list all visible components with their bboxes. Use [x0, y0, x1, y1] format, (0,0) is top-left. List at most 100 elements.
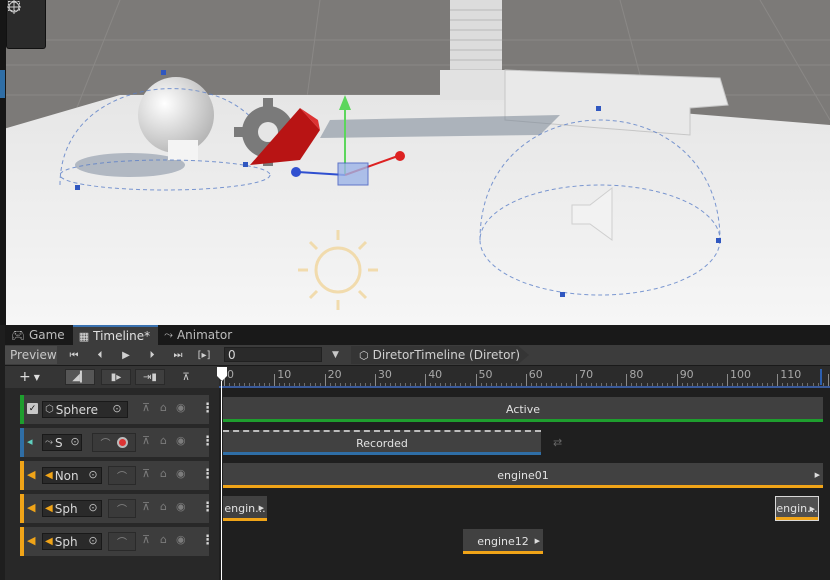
tab-game[interactable]: 🎮︎ Game [5, 325, 73, 345]
frame-input[interactable]: 0 [224, 347, 322, 362]
pin-icon[interactable]: ⊼ [142, 533, 150, 546]
track-header-activation[interactable]: ✓ ⬡ Sphere ⊙ ⊼ ⌂ ◉ ⋮ [20, 395, 214, 424]
animation-track-icon: ◂ [27, 435, 33, 448]
track-lane-animation: Recorded ⇄ [219, 428, 830, 457]
eye-icon[interactable]: ◉ [176, 500, 186, 513]
ruler-tick-label: 110 [780, 368, 802, 381]
clip-color-bar [463, 551, 543, 554]
track-lane-audio-2: engin... ▶ engin... ▶ [219, 494, 830, 523]
activation-clip[interactable]: Active [223, 397, 823, 422]
timeline-toolbar: Preview ⏮ ⏴ ▶ ⏵ ⏭ [▸] 0 ▼ ⬡ DiretorTimel… [5, 345, 830, 366]
ruler-tick-label: 30 [377, 368, 392, 381]
preview-button[interactable]: Preview [5, 346, 57, 364]
lock-icon[interactable]: ⌂ [160, 467, 167, 480]
pin-icon[interactable]: ⊼ [142, 467, 150, 480]
speaker-icon: ◀ [45, 503, 53, 514]
ruler-tick-label: 50 [478, 368, 493, 381]
clip-color-bar [223, 485, 823, 488]
more-options-icon[interactable]: ⋮ [201, 500, 214, 515]
eye-icon[interactable]: ◉ [176, 533, 186, 546]
more-options-icon[interactable]: ⋮ [201, 467, 214, 482]
record-button-icon[interactable] [116, 437, 128, 448]
more-options-icon[interactable]: ⋮ [201, 434, 214, 449]
lock-icon[interactable]: ⌂ [160, 401, 167, 414]
more-options-icon[interactable]: ⋮ [201, 533, 214, 548]
transform-tool-icon[interactable] [7, 0, 38, 32]
scene-left-edge [0, 0, 6, 325]
ripple-mode-button[interactable]: ▮▸ [101, 369, 131, 385]
track-active-checkbox[interactable]: ✓ [27, 403, 38, 414]
object-picker-icon[interactable]: ⊙ [86, 467, 100, 481]
curves-box[interactable]: ⌒ [108, 532, 136, 551]
object-picker-icon[interactable]: ⊙ [86, 533, 100, 547]
tab-timeline[interactable]: ▦ Timeline* [72, 325, 159, 345]
animator-icon: ⤳ [164, 328, 173, 341]
more-options-icon[interactable]: ⋮ [201, 401, 214, 416]
tab-animator[interactable]: ⤳ Animator [158, 325, 240, 345]
pin-icon[interactable]: ⊼ [142, 401, 150, 414]
plus-icon: + [19, 369, 31, 385]
eye-icon[interactable]: ◉ [176, 467, 186, 480]
clip-arrow-icon: ▶ [534, 537, 540, 545]
curves-toggle-button[interactable]: ◢▎ [65, 369, 95, 385]
lock-icon[interactable]: ⌂ [160, 500, 167, 513]
track-header-audio-2[interactable]: ◀ ◀ Sph ⊙ ⌒ ⊼ ⌂ ◉ ⋮ [20, 494, 214, 523]
window-tab-bar: 🎮︎ Game ▦ Timeline* ⤳ Animator [5, 325, 830, 345]
audio-clip[interactable]: engine12 ▶ [463, 529, 543, 554]
eye-icon[interactable]: ◉ [176, 434, 186, 447]
object-picker-icon[interactable]: ⊙ [68, 434, 82, 448]
ruler-tick-label: 90 [679, 368, 694, 381]
ruler-tick-label: 70 [579, 368, 594, 381]
audio-clip[interactable]: engine01 ▶ [223, 463, 823, 488]
scene-view[interactable] [0, 0, 830, 325]
scene-left-marker [0, 70, 5, 98]
recorded-clip[interactable]: Recorded [223, 430, 541, 455]
pin-icon[interactable]: ⊼ [175, 369, 197, 385]
pin-icon[interactable]: ⊼ [142, 500, 150, 513]
curve-icon[interactable]: ⌒ [101, 435, 111, 450]
next-frame-icon[interactable]: ⏵ [141, 346, 163, 364]
audio-clip[interactable]: engin... ▶ [223, 496, 267, 521]
track-header-audio-3[interactable]: ◀ ◀ Sph ⊙ ⌒ ⊼ ⌂ ◉ ⋮ [20, 527, 214, 556]
previous-frame-icon[interactable]: ⏴ [89, 346, 111, 364]
goto-start-icon[interactable]: ⏮ [63, 346, 85, 364]
chevron-down-icon[interactable]: ▼ [332, 347, 344, 363]
playhead-handle[interactable] [217, 367, 227, 381]
clip-arrow-icon: ▶ [814, 471, 820, 479]
add-track-button[interactable]: + ▼ [19, 369, 55, 385]
clip-color-bar [776, 517, 818, 520]
speaker-icon: ◀ [27, 534, 36, 547]
play-icon[interactable]: ▶ [115, 346, 137, 364]
playhead-line[interactable] [221, 381, 222, 580]
snap-button[interactable]: ⇥▮ [135, 369, 165, 385]
loop-icon: ⇄ [553, 436, 563, 449]
pin-icon[interactable]: ⊼ [142, 434, 150, 447]
film-icon: ▦ [78, 329, 90, 343]
scene-render [0, 0, 830, 325]
ruler-tick-label: 10 [277, 368, 292, 381]
ruler-tick-label: 0 [227, 368, 234, 381]
track-header-animation[interactable]: ◂ ⤳ S ⊙ ⌒ ⊼ ⌂ ◉ ⋮ [20, 428, 214, 457]
breadcrumb[interactable]: ⬡ DiretorTimeline (Diretor) [351, 346, 529, 364]
audio-clip-selected[interactable]: engin... ▶ [775, 496, 819, 521]
animator-icon: ⤳ [45, 437, 53, 448]
lock-icon[interactable]: ⌂ [160, 533, 167, 546]
time-ruler[interactable]: 010203040506070809010011012 [219, 366, 830, 389]
lock-icon[interactable]: ⌂ [160, 434, 167, 447]
clip-color-bar [223, 518, 267, 521]
end-marker[interactable] [820, 369, 822, 385]
object-picker-icon[interactable]: ⊙ [86, 500, 100, 514]
object-picker-icon[interactable]: ⊙ [110, 401, 124, 415]
cube-icon: ⬡ [45, 404, 54, 415]
curves-box[interactable]: ⌒ [108, 499, 136, 518]
curves-box[interactable]: ⌒ [108, 466, 136, 485]
track-lane-audio-1: engine01 ▶ [219, 461, 830, 490]
play-range-icon[interactable]: [▸] [193, 346, 215, 364]
track-header-audio-1[interactable]: ◀ ◀ Non ⊙ ⌒ ⊼ ⌂ ◉ ⋮ [20, 461, 214, 490]
ruler-tick-label: 100 [730, 368, 751, 381]
speaker-icon: ◀ [27, 501, 36, 514]
record-box: ⌒ [92, 433, 136, 452]
eye-icon[interactable]: ◉ [176, 401, 186, 414]
goto-end-icon[interactable]: ⏭ [167, 346, 189, 364]
track-binding-label: S [55, 435, 63, 450]
